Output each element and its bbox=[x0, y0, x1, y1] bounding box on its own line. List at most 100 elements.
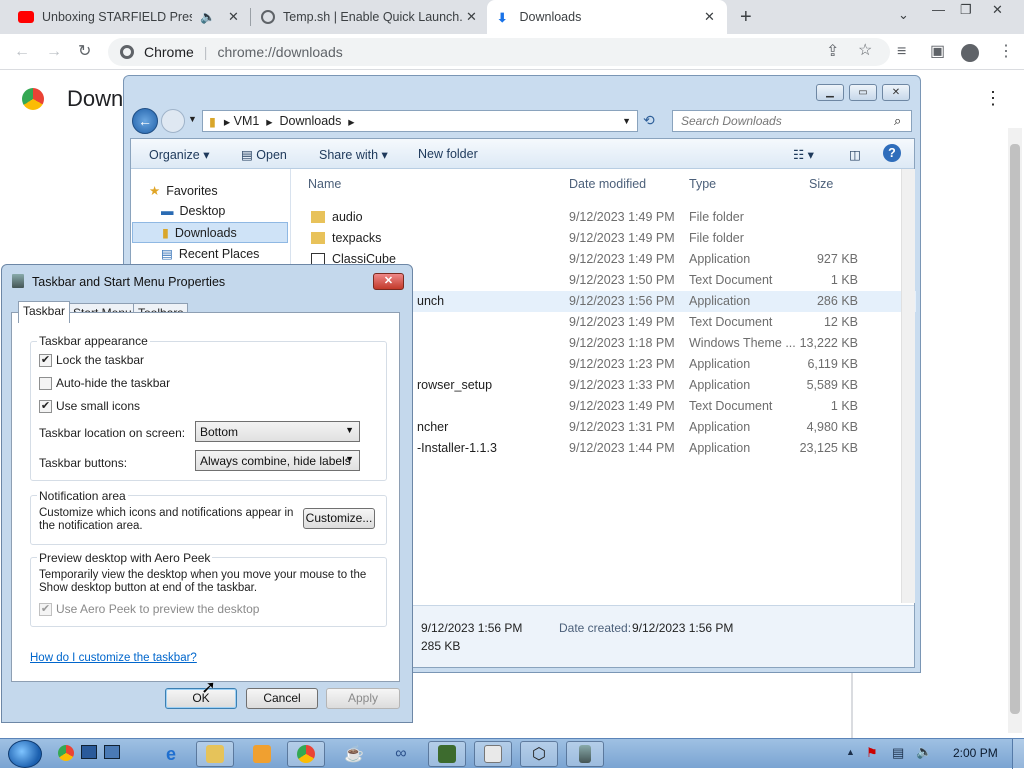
autohide-checkbox[interactable]: Auto-hide the taskbar bbox=[39, 376, 170, 390]
col-size[interactable]: Size bbox=[809, 177, 833, 191]
nav-downloads[interactable]: ▮ Downloads bbox=[132, 222, 288, 243]
lock-taskbar-checkbox[interactable]: ✔ Lock the taskbar bbox=[39, 353, 144, 367]
tab-downloads[interactable]: ⬇ Downloads bbox=[487, 0, 727, 34]
page-scrollbar[interactable] bbox=[1008, 128, 1022, 733]
explorer-taskbar-icon[interactable] bbox=[196, 741, 234, 767]
app-taskbar-icon-2[interactable]: ∞ bbox=[382, 741, 420, 767]
notification-text: Customize which icons and notifications … bbox=[39, 507, 294, 532]
notepad-taskbar-icon[interactable] bbox=[474, 741, 512, 767]
switch-windows-icon[interactable] bbox=[104, 745, 120, 759]
taskbar-properties-dialog: Taskbar and Start Menu Properties ✕ Task… bbox=[1, 264, 413, 723]
aero-peek-checkbox[interactable]: ✔ Use Aero Peek to preview the desktop bbox=[39, 602, 259, 616]
forward-icon[interactable] bbox=[161, 109, 185, 133]
back-icon[interactable]: ← bbox=[14, 44, 30, 60]
dialog-close-button[interactable]: ✕ bbox=[373, 273, 404, 290]
preview-pane-icon[interactable]: ◫ bbox=[849, 147, 861, 162]
help-link[interactable]: How do I customize the taskbar? bbox=[30, 652, 197, 664]
chrome-taskbar-icon[interactable] bbox=[287, 741, 325, 767]
new-folder-button[interactable]: New folder bbox=[418, 147, 478, 161]
open-button[interactable]: ▤ Open bbox=[241, 147, 287, 162]
share-with-button[interactable]: Share with ▾ bbox=[319, 147, 388, 162]
view-options-icon[interactable]: ☷ ▾ bbox=[793, 147, 814, 162]
tab-title: Unboxing STARFIELD Press K bbox=[42, 10, 192, 24]
tab-taskbar[interactable]: Taskbar bbox=[18, 301, 71, 323]
minimize-button[interactable]: ▁ bbox=[816, 84, 844, 101]
small-icons-checkbox[interactable]: ✔ Use small icons bbox=[39, 399, 140, 413]
tab-youtube[interactable]: Unboxing STARFIELD Press K 🔈 bbox=[8, 0, 250, 34]
profile-icon[interactable] bbox=[961, 44, 979, 62]
chevron-down-icon[interactable]: ⌄ bbox=[898, 7, 909, 23]
clock[interactable]: 2:00 PM bbox=[953, 746, 998, 760]
start-button[interactable] bbox=[8, 740, 42, 768]
history-dropdown-icon[interactable]: ▼ bbox=[188, 114, 197, 124]
address-bar[interactable]: ▮ ▸ VM1 ▸ Downloads ▸ ▼ bbox=[202, 110, 638, 132]
file-type: Text Document bbox=[689, 315, 773, 329]
breadcrumb-downloads[interactable]: Downloads bbox=[280, 114, 342, 128]
ie-taskbar-icon[interactable]: e bbox=[152, 741, 190, 767]
nav-favorites[interactable]: ★ Favorites bbox=[149, 183, 218, 199]
cancel-button[interactable]: Cancel bbox=[246, 688, 318, 709]
sidepanel-icon[interactable]: ▣ bbox=[930, 44, 945, 60]
show-desktop-button[interactable] bbox=[1012, 739, 1024, 769]
show-hidden-icons[interactable]: ▲ bbox=[846, 747, 855, 757]
breadcrumb-vm1[interactable]: VM1 bbox=[234, 114, 260, 128]
refresh-icon[interactable]: ⟲ bbox=[643, 112, 655, 129]
bookmark-star-icon[interactable]: ☆ bbox=[858, 43, 872, 59]
dropdown-arrow-icon: ▼ bbox=[345, 454, 354, 464]
omnibox-url: chrome://downloads bbox=[217, 44, 343, 60]
file-row[interactable]: audio 9/12/2023 1:49 PM File folder bbox=[296, 207, 916, 228]
action-center-icon[interactable]: ⚑ bbox=[866, 745, 878, 761]
nav-desktop[interactable]: ▬ Desktop bbox=[161, 204, 225, 218]
volume-icon[interactable]: 🔈 bbox=[916, 744, 932, 760]
maximize-button[interactable]: ▭ bbox=[849, 84, 877, 101]
close-tab-icon[interactable]: ✕ bbox=[704, 9, 715, 25]
menu-kebab-icon[interactable]: ⋮ bbox=[998, 44, 1014, 60]
folder-icon bbox=[311, 211, 325, 223]
close-button[interactable]: ✕ bbox=[882, 84, 910, 101]
youtube-icon bbox=[18, 11, 34, 23]
file-list-scrollbar[interactable] bbox=[901, 169, 915, 603]
minecraft-taskbar-icon[interactable] bbox=[428, 741, 466, 767]
col-name[interactable]: Name bbox=[308, 177, 341, 191]
apply-button[interactable]: Apply bbox=[326, 688, 400, 709]
col-date[interactable]: Date modified bbox=[569, 177, 646, 191]
close-tab-icon[interactable]: ✕ bbox=[466, 9, 477, 25]
file-row[interactable]: texpacks 9/12/2023 1:49 PM File folder bbox=[296, 228, 916, 249]
network-icon[interactable]: ▤ bbox=[892, 745, 904, 761]
checkbox-unchecked-icon bbox=[39, 376, 52, 390]
new-tab-icon[interactable]: + bbox=[740, 6, 752, 29]
file-date: 9/12/2023 1:23 PM bbox=[569, 357, 675, 371]
media-player-taskbar-icon[interactable] bbox=[243, 741, 281, 767]
media-icon[interactable]: ≡ bbox=[897, 44, 906, 60]
desktop-quicklaunch-icon[interactable] bbox=[81, 745, 97, 759]
forward-icon[interactable]: → bbox=[46, 44, 62, 60]
command-bar: Organize ▾ ▤ Open Share with ▾ New folde… bbox=[131, 139, 914, 169]
dialog-taskbar-icon[interactable] bbox=[566, 741, 604, 767]
app-taskbar-icon-1[interactable]: ☕ bbox=[335, 741, 373, 767]
close-window-icon[interactable]: ✕ bbox=[992, 2, 1003, 18]
customize-button[interactable]: Customize... bbox=[303, 508, 375, 529]
reload-icon[interactable]: ↻ bbox=[78, 44, 91, 60]
restore-icon[interactable]: ❐ bbox=[960, 2, 972, 18]
page-menu-icon[interactable]: ⋮ bbox=[984, 88, 1002, 109]
buttons-select[interactable]: Always combine, hide labels ▼ bbox=[195, 450, 360, 471]
chrome-quicklaunch-icon[interactable] bbox=[58, 745, 74, 764]
file-size: 12 KB bbox=[823, 315, 858, 329]
tab-tempsh[interactable]: Temp.sh | Enable Quick Launch.e bbox=[251, 0, 485, 34]
close-tab-icon[interactable]: ✕ bbox=[228, 9, 239, 25]
back-icon[interactable]: ← bbox=[132, 108, 158, 134]
omnibox[interactable]: Chrome | chrome://downloads bbox=[108, 38, 890, 66]
speaker-icon[interactable]: 🔈 bbox=[200, 10, 216, 25]
file-date: 9/12/2023 1:49 PM bbox=[569, 210, 675, 224]
classicube-taskbar-icon[interactable]: ⬡ bbox=[520, 741, 558, 767]
location-select[interactable]: Bottom ▼ bbox=[195, 421, 360, 442]
share-icon[interactable]: ⇪ bbox=[826, 44, 839, 60]
search-input[interactable]: Search Downloads bbox=[672, 110, 912, 132]
col-type[interactable]: Type bbox=[689, 177, 716, 191]
organize-button[interactable]: Organize ▾ bbox=[149, 147, 209, 162]
nav-recent[interactable]: ▤ Recent Places bbox=[161, 246, 259, 262]
help-icon[interactable]: ? bbox=[883, 144, 901, 162]
minimize-icon[interactable]: — bbox=[932, 2, 945, 17]
details-modified: 9/12/2023 1:56 PM bbox=[421, 621, 523, 635]
address-dropdown-icon[interactable]: ▼ bbox=[622, 116, 631, 126]
